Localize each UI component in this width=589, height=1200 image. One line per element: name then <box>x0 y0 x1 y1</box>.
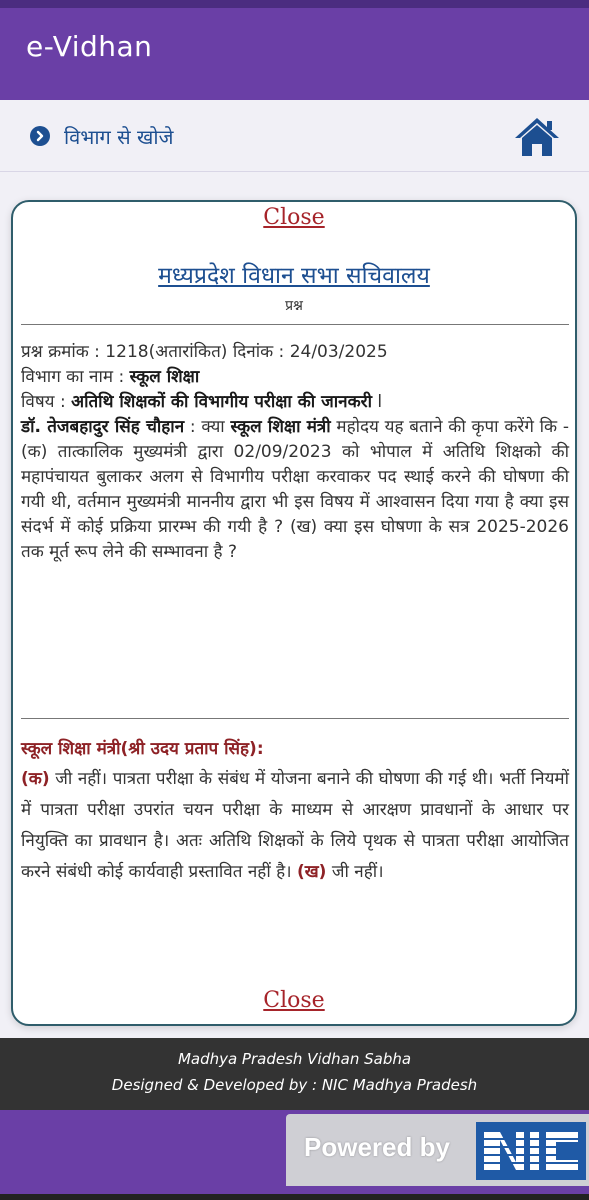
answer-minister: स्कूल शिक्षा मंत्री(श्री उदय प्रताप सिंह… <box>21 739 264 759</box>
powered-by-banner: Powered by <box>286 1114 589 1186</box>
divider <box>21 324 569 325</box>
powered-by-text: Powered by <box>304 1132 450 1162</box>
answer-block: स्कूल शिक्षा मंत्री(श्री उदय प्रताप सिंह… <box>21 734 569 888</box>
close-button-bottom[interactable]: Close <box>13 988 575 1013</box>
close-button-top[interactable]: Close <box>13 205 575 230</box>
answer-kha-marker: (ख) <box>297 862 327 882</box>
section-label: प्रश्न <box>285 298 303 314</box>
divider <box>21 718 569 719</box>
answer-text-2: जी नहीं। <box>326 862 384 882</box>
subject-label: विषय : <box>21 392 66 412</box>
app-bar: e-Vidhan <box>0 0 589 100</box>
nav-bar: विभाग से खोजे <box>0 100 589 172</box>
search-by-department-link[interactable]: विभाग से खोजे <box>30 120 173 152</box>
question-text: महोदय यह बताने की कृपा करेंगे कि - (क) त… <box>21 417 569 562</box>
bottom-edge <box>0 1194 589 1200</box>
chevron-right-circle-icon <box>30 126 50 146</box>
addressed-minister: स्कूल शिक्षा मंत्री <box>230 417 331 437</box>
asker-name: डॉ. तेजबहादुर सिंह चौहान <box>21 417 185 437</box>
department-value: स्कूल शिक्षा <box>129 367 200 387</box>
question-card: Close मध्यप्रदेश विधान सभा सचिवालय प्रश्… <box>11 200 577 1026</box>
answer-text-row: (क) जी नहीं। पात्रता परीक्षा के संबंध मे… <box>21 764 569 888</box>
kya-text: : क्या <box>184 417 231 437</box>
search-by-department-label: विभाग से खोजे <box>64 124 174 149</box>
footer-line-2: Designed & Developed by : NIC Madhya Pra… <box>111 1076 478 1094</box>
footer: Madhya Pradesh Vidhan Sabha Designed & D… <box>0 1038 589 1110</box>
subject-end: l <box>372 392 383 412</box>
question-text-row: डॉ. तेजबहादुर सिंह चौहान : क्या स्कूल शि… <box>21 415 569 565</box>
department-label: विभाग का नाम : <box>21 367 125 387</box>
subject-value: अतिथि शिक्षकों की विभागीय परीक्षा की जान… <box>71 392 372 412</box>
status-strip <box>0 0 589 8</box>
home-icon[interactable] <box>514 116 560 158</box>
secretariat-heading: मध्यप्रदेश विधान सभा सचिवालय <box>158 263 430 289</box>
answer-text-1: जी नहीं। पात्रता परीक्षा के संबंध में यो… <box>21 769 569 882</box>
department-row: विभाग का नाम : स्कूल शिक्षा <box>21 365 569 390</box>
question-meta: प्रश्न क्रमांक : 1218(अतारांकित) दिनांक … <box>21 342 388 362</box>
app-title: e-Vidhan <box>26 30 153 63</box>
answer-ka-marker: (क) <box>21 769 50 789</box>
question-block: प्रश्न क्रमांक : 1218(अतारांकित) दिनांक … <box>21 340 569 565</box>
footer-line-1: Madhya Pradesh Vidhan Sabha <box>177 1050 412 1068</box>
subject-row: विषय : अतिथि शिक्षकों की विभागीय परीक्षा… <box>21 390 569 415</box>
nic-logo <box>476 1122 586 1180</box>
